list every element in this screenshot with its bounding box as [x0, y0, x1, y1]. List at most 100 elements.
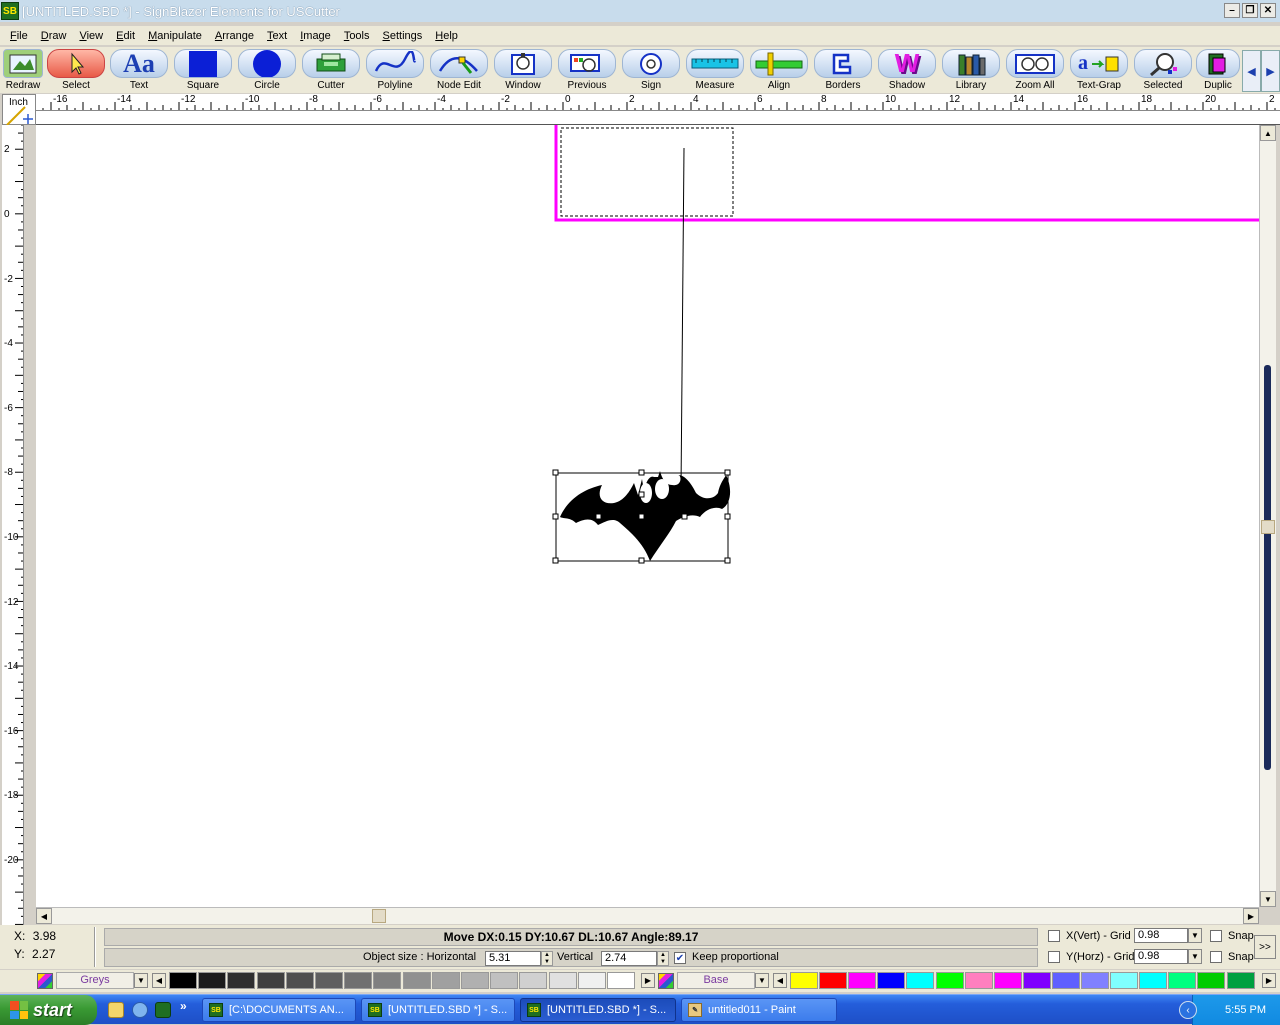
grey-palette-scroll-right[interactable]: ▶ — [641, 973, 655, 988]
menu-arrange[interactable]: Arrange — [215, 30, 254, 42]
grey-swatch[interactable] — [169, 972, 197, 989]
selected-tool-button[interactable]: Selected — [1132, 49, 1194, 91]
toolbar-scroll-right-button[interactable]: ▶ — [1261, 50, 1280, 92]
grey-palette-select[interactable]: Greys — [56, 972, 134, 989]
previous-tool-button[interactable]: Previous — [556, 49, 618, 91]
color-swatch[interactable] — [964, 972, 993, 989]
x-grid-checkbox[interactable] — [1048, 930, 1060, 942]
grey-palette-dropdown[interactable]: ▼ — [134, 973, 148, 988]
measure-tool-button[interactable]: Measure — [684, 49, 746, 91]
color-swatch[interactable] — [993, 972, 1022, 989]
y-grid-checkbox[interactable] — [1048, 951, 1060, 963]
keep-proportional-checkbox[interactable]: ✔ — [674, 952, 686, 964]
square-tool-button[interactable]: Square — [172, 49, 234, 91]
menu-file[interactable]: File — [10, 30, 28, 42]
circle-tool-button[interactable]: Circle — [236, 49, 298, 91]
vertical-scroll-thumb[interactable] — [1261, 520, 1275, 534]
toolbar-scroll-left-button[interactable]: ◀ — [1242, 50, 1261, 92]
color-swatch[interactable] — [819, 972, 848, 989]
grey-swatch[interactable] — [461, 972, 489, 989]
duplicate-tool-button[interactable]: Duplic — [1196, 49, 1240, 91]
y-grid-field[interactable]: 0.98 — [1134, 949, 1188, 964]
horizontal-scrollbar[interactable]: ◀ ▶ — [36, 907, 1259, 924]
menu-image[interactable]: Image — [300, 30, 331, 42]
folder-quicklaunch-icon[interactable] — [108, 1002, 124, 1018]
color-swatch[interactable] — [790, 972, 818, 989]
start-button[interactable]: start — [0, 995, 97, 1025]
vertical-scrollbar[interactable]: ▲ ▼ — [1259, 125, 1276, 907]
taskbar-item-untitled-2[interactable]: SB [UNTITLED.SBD *] - S... — [520, 998, 676, 1022]
color-palette-scroll-left[interactable]: ◀ — [773, 973, 787, 988]
window-tool-button[interactable]: Window — [492, 49, 554, 91]
grey-swatch[interactable] — [548, 972, 577, 989]
snap-x-checkbox[interactable] — [1210, 930, 1222, 942]
browser-quicklaunch-icon[interactable] — [132, 1002, 148, 1018]
signblazer-quicklaunch-icon[interactable] — [155, 1002, 171, 1018]
color-palette-scroll-right[interactable]: ▶ — [1262, 973, 1276, 988]
menu-edit[interactable]: Edit — [116, 30, 135, 42]
grey-swatch[interactable] — [285, 972, 314, 989]
tray-collapse-icon[interactable]: ‹ — [1179, 1001, 1197, 1019]
text-graphic-tool-button[interactable]: a Text-Grap — [1068, 49, 1130, 91]
color-swatch[interactable] — [877, 972, 906, 989]
taskbar-item-documents[interactable]: SB [C:\DOCUMENTS AN... — [202, 998, 356, 1022]
menu-help[interactable]: Help — [435, 30, 458, 42]
color-swatch[interactable] — [1168, 972, 1197, 989]
taskbar-item-untitled-1[interactable]: SB [UNTITLED.SBD *] - S... — [361, 998, 515, 1022]
scroll-up-button[interactable]: ▲ — [1260, 125, 1276, 141]
color-swatch[interactable] — [1022, 972, 1051, 989]
shadow-tool-button[interactable]: W Shadow — [876, 49, 938, 91]
grey-swatch[interactable] — [256, 972, 285, 989]
drawing-canvas[interactable] — [36, 125, 1259, 907]
vertical-size-field[interactable]: 2.74 — [601, 951, 657, 966]
color-swatch[interactable] — [1081, 972, 1109, 989]
horizontal-size-spinner[interactable]: ▲ ▼ — [541, 951, 553, 966]
taskbar-item-paint[interactable]: ✎ untitled011 - Paint — [681, 998, 837, 1022]
y-grid-dropdown[interactable]: ▼ — [1188, 949, 1202, 964]
color-palette-dropdown[interactable]: ▼ — [755, 973, 769, 988]
menu-view[interactable]: View — [79, 30, 103, 42]
color-swatch[interactable] — [1139, 972, 1168, 989]
sign-tool-button[interactable]: Sign — [620, 49, 682, 91]
x-grid-field[interactable]: 0.98 — [1134, 928, 1188, 943]
scroll-down-button[interactable]: ▼ — [1260, 891, 1276, 907]
color-swatch[interactable] — [1110, 972, 1139, 989]
snap-y-checkbox[interactable] — [1210, 951, 1222, 963]
node-edit-tool-button[interactable]: Node Edit — [428, 49, 490, 91]
scroll-left-button[interactable]: ◀ — [36, 908, 52, 924]
color-swatch[interactable] — [1226, 972, 1255, 989]
restore-button[interactable]: ❐ — [1242, 3, 1258, 18]
align-tool-button[interactable]: Align — [748, 49, 810, 91]
grey-swatch[interactable] — [315, 972, 343, 989]
minimize-button[interactable]: – — [1224, 3, 1240, 18]
color-palette-select[interactable]: Base — [677, 972, 755, 989]
ruler-corner[interactable]: Inch — [2, 94, 36, 126]
grey-swatch[interactable] — [402, 972, 431, 989]
grey-swatch[interactable] — [431, 972, 460, 989]
app-icon[interactable]: SB — [1, 2, 19, 20]
grey-swatch[interactable] — [607, 972, 635, 989]
polyline-tool-button[interactable]: Polyline — [364, 49, 426, 91]
quicklaunch-more-icon[interactable]: » — [180, 999, 187, 1013]
borders-tool-button[interactable]: Borders — [812, 49, 874, 91]
scroll-right-button[interactable]: ▶ — [1243, 908, 1259, 924]
grey-swatch[interactable] — [344, 972, 373, 989]
close-button[interactable]: ✕ — [1260, 3, 1276, 18]
color-swatch[interactable] — [935, 972, 964, 989]
vertical-size-spinner[interactable]: ▲ ▼ — [657, 951, 669, 966]
grey-swatch[interactable] — [227, 972, 256, 989]
horizontal-scroll-thumb[interactable] — [372, 909, 386, 923]
x-grid-dropdown[interactable]: ▼ — [1188, 928, 1202, 943]
library-tool-button[interactable]: Library — [940, 49, 1002, 91]
menu-draw[interactable]: Draw — [41, 30, 67, 42]
text-tool-button[interactable]: Aa Text — [108, 49, 170, 91]
menu-tools[interactable]: Tools — [344, 30, 370, 42]
color-swatch[interactable] — [848, 972, 877, 989]
grey-swatch[interactable] — [577, 972, 606, 989]
menu-settings[interactable]: Settings — [383, 30, 423, 42]
cutter-tool-button[interactable]: Cutter — [300, 49, 362, 91]
menu-manipulate[interactable]: Manipulate — [148, 30, 202, 42]
redraw-button[interactable]: Redraw — [0, 49, 46, 91]
select-tool-button[interactable]: Select — [45, 49, 107, 91]
color-swatch[interactable] — [906, 972, 935, 989]
